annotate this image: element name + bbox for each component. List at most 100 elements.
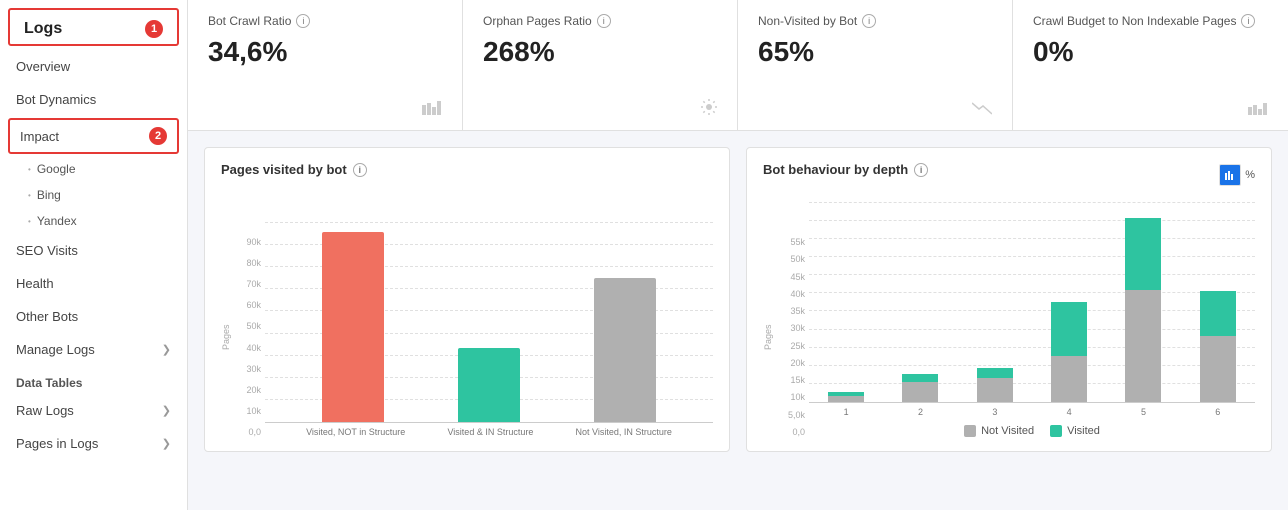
pages-visited-y-label: Pages <box>221 237 231 437</box>
chart-controls: % <box>1219 164 1255 186</box>
sidebar-item-manage-logs[interactable]: Manage Logs ❯ <box>0 333 187 366</box>
sidebar-sub-item-google[interactable]: Google <box>0 156 187 182</box>
raw-logs-arrow-icon: ❯ <box>162 404 171 417</box>
not-visited-segment-4 <box>1051 356 1087 402</box>
stacked-bar-1 <box>828 392 864 402</box>
metric-title-crawl-budget: Crawl Budget to Non Indexable Pages i <box>1033 14 1268 28</box>
sidebar-item-overview[interactable]: Overview <box>0 50 187 83</box>
sidebar-sub-item-yandex[interactable]: Yandex <box>0 208 187 234</box>
x-label-visited-in: Visited & IN Structure <box>447 427 533 437</box>
bot-behaviour-bars <box>809 218 1255 402</box>
visited-segment-3 <box>977 368 1013 378</box>
visited-segment-4 <box>1051 302 1087 356</box>
info-icon-non-visited[interactable]: i <box>862 14 876 28</box>
x-label-not-visited-in: Not Visited, IN Structure <box>576 427 672 437</box>
sidebar-item-bot-dynamics[interactable]: Bot Dynamics <box>0 83 187 116</box>
bot-behaviour-chart-area: Pages 55k 50k 45k 40k 35k 30k 25k 20k 15… <box>763 187 1255 437</box>
not-visited-segment-3 <box>977 378 1013 402</box>
metric-value-orphan-pages: 268% <box>483 36 717 68</box>
metric-value-crawl-budget: 0% <box>1033 36 1268 68</box>
bar-chart-2-icon <box>1248 101 1268 118</box>
pages-visited-bars-container: Visited, NOT in Structure Visited & IN S… <box>265 222 713 437</box>
metric-title-non-visited: Non-Visited by Bot i <box>758 14 992 28</box>
metric-value-bot-crawl-ratio: 34,6% <box>208 36 442 68</box>
x-label-visited-not: Visited, NOT in Structure <box>306 427 405 437</box>
bot-chart-header: Bot behaviour by depth i % <box>763 162 1255 187</box>
bot-behaviour-bars-container: 1 2 3 4 5 6 Not Visited <box>809 202 1255 437</box>
manage-logs-arrow-icon: ❯ <box>162 343 171 356</box>
bar-item-not-visited-in-structure <box>594 278 656 422</box>
chart-bar-icon-btn[interactable] <box>1219 164 1241 186</box>
legend-not-visited-dot <box>964 425 976 437</box>
pages-visited-x-labels: Visited, NOT in Structure Visited & IN S… <box>265 423 713 437</box>
pages-in-logs-arrow-icon: ❯ <box>162 437 171 450</box>
bar-visited-not-structure <box>322 232 384 422</box>
metric-title-orphan-pages: Orphan Pages Ratio i <box>483 14 717 28</box>
not-visited-segment-2 <box>902 382 938 402</box>
sidebar-item-health[interactable]: Health <box>0 267 187 300</box>
bot-behaviour-chart: Bot behaviour by depth i % Pages <box>746 147 1272 452</box>
not-visited-segment-1 <box>828 396 864 402</box>
metric-title-bot-crawl-ratio: Bot Crawl Ratio i <box>208 14 442 28</box>
sidebar-item-pages-in-logs[interactable]: Pages in Logs ❯ <box>0 427 187 460</box>
stacked-bar-4 <box>1051 302 1087 402</box>
stacked-bar-2 <box>902 374 938 402</box>
visited-segment-6 <box>1200 291 1236 336</box>
bar-not-visited-in-structure <box>594 278 656 422</box>
metric-card-bot-crawl-ratio: Bot Crawl Ratio i 34,6% <box>188 0 463 130</box>
pages-visited-title: Pages visited by bot i <box>221 162 713 177</box>
bar-item-visited-not-structure <box>322 232 384 422</box>
bot-behaviour-y-label: Pages <box>763 237 773 437</box>
metric-card-orphan-pages: Orphan Pages Ratio i 268% <box>463 0 738 130</box>
bot-behaviour-legend: Not Visited Visited <box>809 425 1255 437</box>
stacked-bar-3 <box>977 368 1013 402</box>
legend-not-visited: Not Visited <box>964 425 1034 437</box>
not-visited-segment-5 <box>1125 290 1161 402</box>
sidebar-item-raw-logs[interactable]: Raw Logs ❯ <box>0 394 187 427</box>
pages-visited-grid <box>265 222 713 422</box>
charts-row: Pages visited by bot i Pages 90k 80k 70k… <box>188 131 1288 452</box>
metric-card-non-visited: Non-Visited by Bot i 65% <box>738 0 1013 130</box>
bot-behaviour-title: Bot behaviour by depth i <box>763 162 928 177</box>
data-tables-label: Data Tables <box>0 366 187 394</box>
metric-card-crawl-budget: Crawl Budget to Non Indexable Pages i 0% <box>1013 0 1288 130</box>
pages-visited-chart: Pages visited by bot i Pages 90k 80k 70k… <box>204 147 730 452</box>
info-icon-bot-behaviour[interactable]: i <box>914 163 928 177</box>
bar-visited-in-structure <box>458 348 520 422</box>
info-icon-bot-crawl[interactable]: i <box>296 14 310 28</box>
info-icon-pages-visited[interactable]: i <box>353 163 367 177</box>
bot-behaviour-y-axis: 55k 50k 45k 40k 35k 30k 25k 20k 15k 10k … <box>775 237 805 437</box>
pages-visited-chart-area: Pages 90k 80k 70k 60k 50k 40k 30k 20k 10… <box>221 187 713 437</box>
metric-value-non-visited: 65% <box>758 36 992 68</box>
chart-percent-toggle[interactable]: % <box>1245 169 1255 181</box>
bot-behaviour-grid <box>809 202 1255 402</box>
stacked-bar-6 <box>1200 291 1236 402</box>
pages-visited-bars <box>265 232 713 422</box>
sidebar-logo-title: Logs <box>24 20 62 38</box>
grid-line <box>265 222 713 223</box>
bar-item-visited-in-structure <box>458 348 520 422</box>
sidebar-sub-item-bing[interactable]: Bing <box>0 182 187 208</box>
info-icon-crawl-budget[interactable]: i <box>1241 14 1255 28</box>
settings-icon <box>701 99 717 118</box>
visited-segment-2 <box>902 374 938 382</box>
not-visited-segment-6 <box>1200 336 1236 402</box>
metric-cards: Bot Crawl Ratio i 34,6% Orphan Pages Rat… <box>188 0 1288 131</box>
stacked-bar-5 <box>1125 218 1161 402</box>
bot-behaviour-x-labels: 1 2 3 4 5 6 <box>809 403 1255 417</box>
trending-down-icon <box>972 101 992 118</box>
sidebar-item-seo-visits[interactable]: SEO Visits <box>0 234 187 267</box>
sidebar-logo-badge: 1 <box>145 20 163 38</box>
legend-visited-dot <box>1050 425 1062 437</box>
bar-chart-icon <box>422 101 442 118</box>
legend-visited: Visited <box>1050 425 1100 437</box>
info-icon-orphan[interactable]: i <box>597 14 611 28</box>
pages-visited-y-axis: 90k 80k 70k 60k 50k 40k 30k 20k 10k 0,0 <box>233 237 261 437</box>
impact-badge: 2 <box>149 127 167 145</box>
sidebar-logo[interactable]: Logs 1 <box>8 8 179 46</box>
sidebar-item-impact[interactable]: Impact 2 <box>8 118 179 154</box>
sidebar-item-other-bots[interactable]: Other Bots <box>0 300 187 333</box>
visited-segment-5 <box>1125 218 1161 290</box>
main-content: Bot Crawl Ratio i 34,6% Orphan Pages Rat… <box>188 0 1288 510</box>
sidebar: Logs 1 Overview Bot Dynamics Impact 2 Go… <box>0 0 188 510</box>
